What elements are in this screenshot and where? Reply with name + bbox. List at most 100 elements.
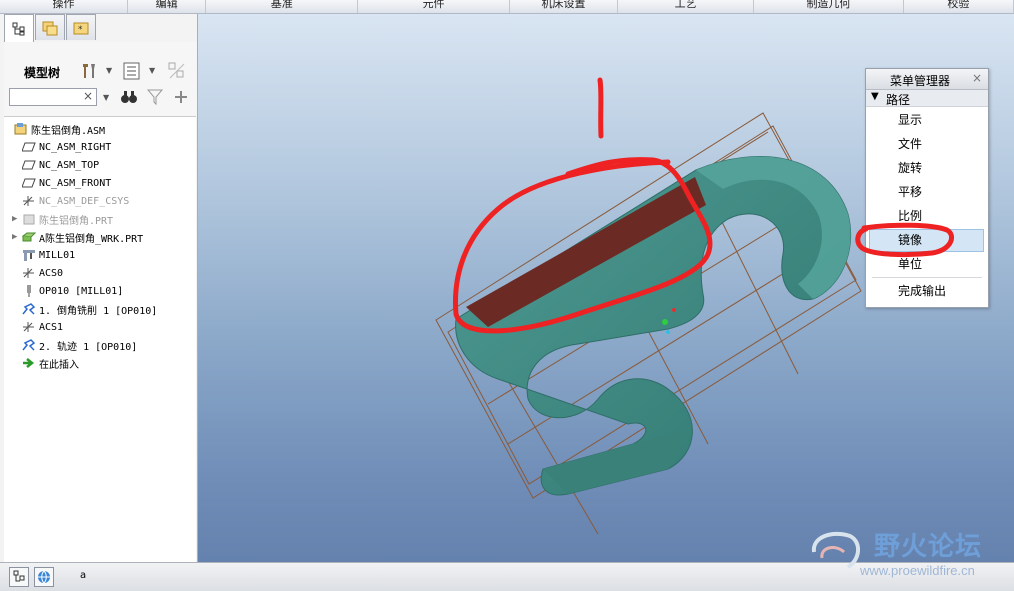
clear-search-icon[interactable]: × bbox=[83, 89, 93, 103]
menu-item[interactable]: 完成输出 bbox=[869, 280, 984, 303]
toolpath-icon bbox=[22, 339, 36, 351]
tree-item-label: NC_ASM_FRONT bbox=[39, 177, 112, 189]
tools-dropdown-icon[interactable]: ▼ bbox=[106, 66, 112, 75]
ribbon-group-bar: 操作 编辑 基准 元件 机床设置 工艺 制造几何 校验 bbox=[0, 0, 1014, 14]
tree-item-label: 1. 倒角铣削 1 [OP010] bbox=[39, 305, 158, 317]
toolpath-icon bbox=[22, 303, 36, 315]
status-message: a bbox=[80, 570, 87, 581]
tree-item-label: 陈生铝倒角.PRT bbox=[39, 215, 114, 227]
tree-item[interactable]: NC_ASM_TOP bbox=[18, 156, 99, 174]
tree-search-input[interactable]: × bbox=[9, 88, 97, 106]
menu-item[interactable]: 平移 bbox=[869, 181, 984, 204]
watermark-title: 野火论坛 bbox=[874, 532, 983, 562]
ribbon-group-label: 操作 bbox=[52, 0, 75, 10]
model-tree-small-icon bbox=[13, 570, 25, 582]
menu-manager-titlebar: 菜单管理器 × bbox=[866, 69, 988, 90]
insert-here-arrow-icon bbox=[22, 357, 36, 369]
datum-plane-icon bbox=[21, 159, 36, 171]
tools-icon[interactable] bbox=[80, 62, 98, 80]
ribbon-group-2[interactable]: 基准 bbox=[206, 0, 359, 13]
workpiece-icon bbox=[21, 231, 37, 243]
menu-item[interactable]: 显示 bbox=[869, 109, 984, 132]
tab-model-tree[interactable] bbox=[4, 14, 34, 42]
ribbon-group-label: 制造几何 bbox=[806, 0, 851, 10]
menu-path-header[interactable]: ▼ 路径 bbox=[866, 90, 988, 107]
filter-icon[interactable] bbox=[146, 88, 164, 106]
ribbon-group-7[interactable]: 校验 bbox=[904, 0, 1014, 13]
search-dropdown-icon[interactable]: ▼ bbox=[103, 93, 109, 102]
svg-text:*: * bbox=[78, 25, 83, 35]
tree-item[interactable]: MILL01 bbox=[18, 246, 75, 264]
ribbon-group-4[interactable]: 机床设置 bbox=[510, 0, 619, 13]
tree-item[interactable]: ▶ A陈生铝倒角_WRK.PRT bbox=[12, 228, 143, 246]
menu-manager-dialog: 菜单管理器 × ▼ 路径 显示 文件 旋转 平移 比例 镜像 单位 完成输出 bbox=[865, 68, 989, 308]
csys-icon bbox=[22, 195, 36, 207]
expand-arrow-icon[interactable]: ▶ bbox=[12, 232, 22, 242]
tree-item[interactable]: 陈生铝倒角.ASM bbox=[14, 120, 105, 138]
operation-icon bbox=[22, 285, 36, 297]
expand-arrow-icon[interactable]: ▶ bbox=[12, 214, 22, 224]
settings-list-icon[interactable] bbox=[123, 62, 141, 80]
tree-item[interactable]: ACS0 bbox=[18, 264, 63, 282]
menu-manager-title: 菜单管理器 bbox=[890, 74, 951, 88]
datum-plane-icon bbox=[21, 141, 36, 153]
ribbon-group-label: 基准 bbox=[270, 0, 293, 10]
toggle-navigator-button[interactable] bbox=[9, 567, 29, 587]
csys-icon bbox=[22, 321, 36, 333]
tree-item[interactable]: ▶ 陈生铝倒角.PRT bbox=[12, 210, 114, 228]
show-hidden-icon[interactable] bbox=[168, 62, 186, 80]
assembly-icon bbox=[14, 123, 28, 135]
tree-item[interactable]: 1. 倒角铣削 1 [OP010] bbox=[18, 300, 157, 318]
ribbon-group-label: 元件 bbox=[422, 0, 445, 10]
part-icon bbox=[22, 213, 36, 225]
ribbon-group-label: 校验 bbox=[947, 0, 970, 10]
ribbon-group-5[interactable]: 工艺 bbox=[618, 0, 755, 13]
collapse-triangle-icon[interactable]: ▼ bbox=[871, 91, 879, 102]
ribbon-group-3[interactable]: 元件 bbox=[358, 0, 510, 13]
ribbon-group-1[interactable]: 编辑 bbox=[128, 0, 207, 13]
tree-item-label: 在此插入 bbox=[39, 359, 79, 371]
tree-item[interactable]: OP010 [MILL01] bbox=[18, 282, 123, 300]
tree-item[interactable]: NC_ASM_DEF_CSYS bbox=[18, 192, 129, 210]
menu-path-label: 路径 bbox=[886, 93, 911, 107]
find-binoculars-icon[interactable] bbox=[120, 88, 138, 106]
tree-item-label: NC_ASM_RIGHT bbox=[39, 141, 112, 153]
ribbon-group-label: 编辑 bbox=[155, 0, 178, 10]
tree-item[interactable]: NC_ASM_RIGHT bbox=[18, 138, 111, 156]
model-tree-title: 模型树 bbox=[24, 66, 61, 80]
tree-item-label: NC_ASM_TOP bbox=[39, 159, 100, 171]
navigator-tabs: * bbox=[4, 14, 97, 42]
browser-globe-icon bbox=[38, 570, 50, 584]
settings-dropdown-icon[interactable]: ▼ bbox=[149, 66, 155, 75]
tab-favorites[interactable]: * bbox=[66, 14, 96, 40]
menu-item[interactable]: 旋转 bbox=[869, 157, 984, 180]
annotation-circle-mirror bbox=[855, 222, 954, 258]
ribbon-group-label: 机床设置 bbox=[541, 0, 586, 10]
add-icon[interactable] bbox=[172, 88, 190, 106]
tree-item-label: 2. 轨迹 1 [OP010] bbox=[39, 341, 138, 353]
tree-item-label: MILL01 bbox=[39, 249, 76, 261]
tree-item-label: NC_ASM_DEF_CSYS bbox=[39, 195, 130, 207]
csys-icon bbox=[22, 267, 36, 279]
annotation-number-one bbox=[597, 77, 604, 139]
ribbon-group-0[interactable]: 操作 bbox=[0, 0, 128, 13]
datum-plane-icon bbox=[21, 177, 36, 189]
menu-item[interactable]: 文件 bbox=[869, 133, 984, 156]
close-icon[interactable]: × bbox=[972, 71, 982, 85]
watermark-url: www.proewildfire.cn bbox=[860, 563, 975, 578]
tree-item[interactable]: NC_ASM_FRONT bbox=[18, 174, 111, 192]
model-tree: 陈生铝倒角.ASM NC_ASM_RIGHT NC_ASM_TOP NC_ASM_FR… bbox=[4, 116, 196, 563]
tree-item[interactable]: ACS1 bbox=[18, 318, 63, 336]
ribbon-group-label: 工艺 bbox=[674, 0, 697, 10]
model-tree-icon bbox=[12, 22, 25, 35]
folder-browser-icon bbox=[42, 21, 58, 35]
tree-item[interactable]: 在此插入 bbox=[18, 354, 79, 372]
mill-machine-icon bbox=[22, 249, 36, 261]
ribbon-group-6[interactable]: 制造几何 bbox=[754, 0, 904, 13]
tree-item-label: OP010 [MILL01] bbox=[39, 285, 124, 297]
tree-item-label: ACS0 bbox=[39, 267, 64, 279]
menu-separator bbox=[872, 277, 982, 278]
tree-item[interactable]: 2. 轨迹 1 [OP010] bbox=[18, 336, 137, 354]
toggle-browser-button[interactable] bbox=[34, 567, 54, 587]
tab-folder-browser[interactable] bbox=[35, 14, 65, 40]
